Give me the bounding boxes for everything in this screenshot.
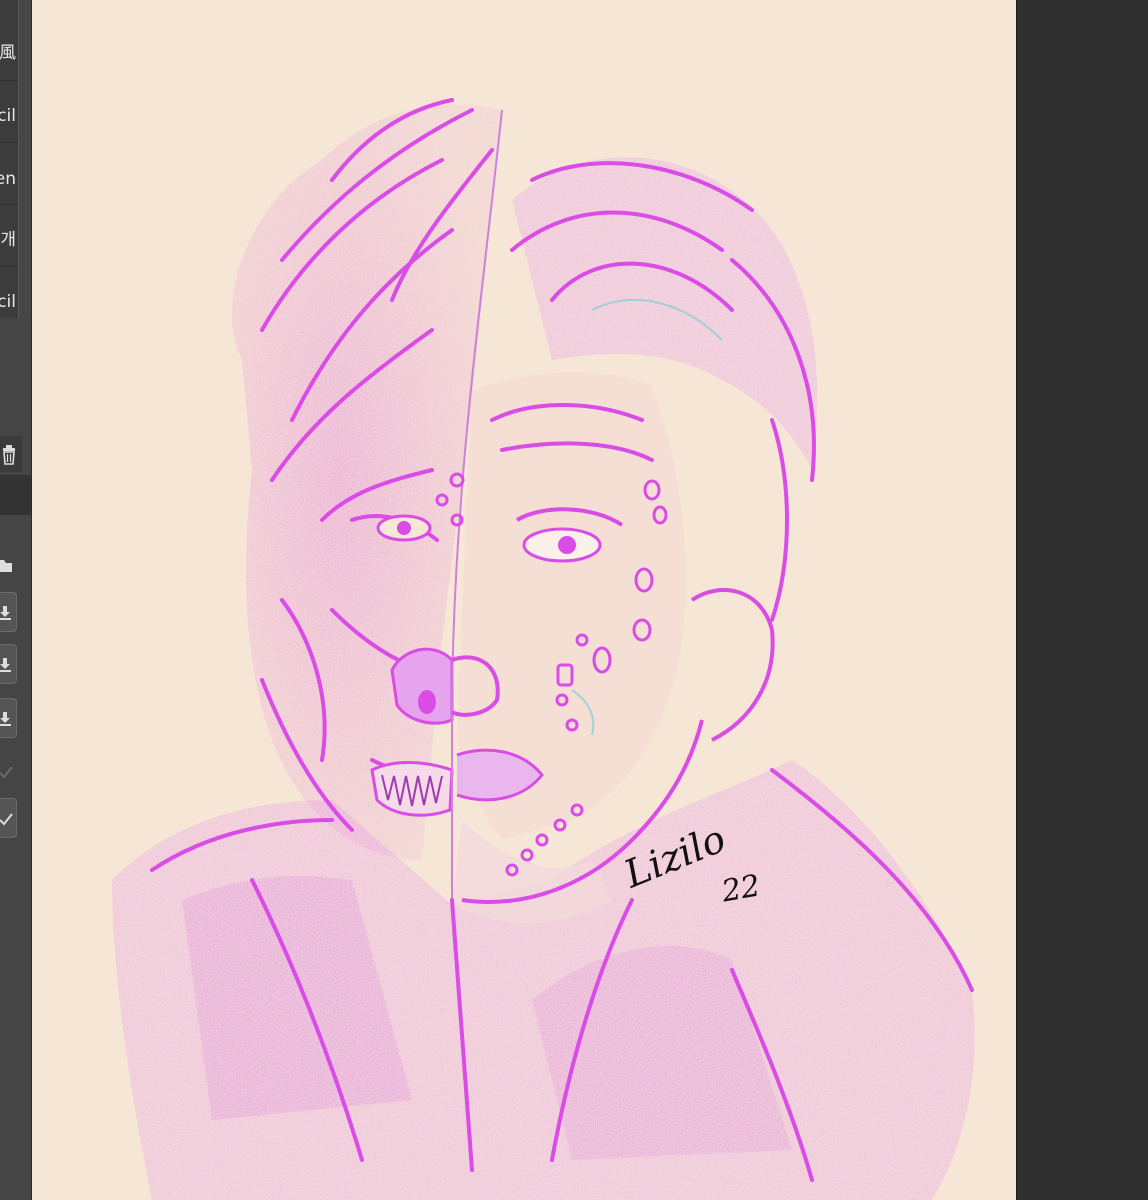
check-button[interactable] xyxy=(0,798,17,838)
right-panel xyxy=(1017,0,1148,1200)
merge-down-button[interactable] xyxy=(0,698,17,738)
brush-preset-item[interactable]: cil xyxy=(0,264,18,319)
brush-preset-label: 風 xyxy=(0,43,16,63)
artwork-drawing: Lizilo 22 xyxy=(112,98,975,1200)
merge-down-button[interactable] xyxy=(0,592,17,632)
brush-preset-label: cil xyxy=(0,106,16,126)
brush-preset-item[interactable]: en xyxy=(0,150,18,205)
svg-text:22: 22 xyxy=(718,868,763,909)
merge-down-icon xyxy=(0,658,11,672)
panel-divider xyxy=(0,475,31,515)
check-button-disabled xyxy=(0,755,16,789)
merge-down-icon xyxy=(0,712,11,726)
merge-down-button[interactable] xyxy=(0,644,17,684)
brush-preset-label: en xyxy=(0,169,16,189)
brush-preset-label: 개 xyxy=(0,230,16,250)
delete-button[interactable] xyxy=(0,436,22,472)
trash-icon xyxy=(3,445,15,465)
new-folder-button[interactable] xyxy=(0,548,16,578)
check-disabled-icon xyxy=(0,766,13,779)
merge-down-icon xyxy=(0,606,11,620)
check-icon xyxy=(0,813,13,826)
brush-preset-item[interactable]: 개 xyxy=(0,212,18,267)
brush-preset-label: cil xyxy=(0,292,16,312)
folder-icon xyxy=(0,560,12,572)
brush-preset-item[interactable]: cil xyxy=(0,88,18,143)
brush-preset-item[interactable]: 風 xyxy=(0,26,18,81)
drawing-canvas[interactable]: Lizilo 22 xyxy=(32,0,1016,1200)
brush-preset-list: 風 cil en 개 cil xyxy=(0,0,19,319)
left-panel: 風 cil en 개 cil xyxy=(0,0,32,1200)
